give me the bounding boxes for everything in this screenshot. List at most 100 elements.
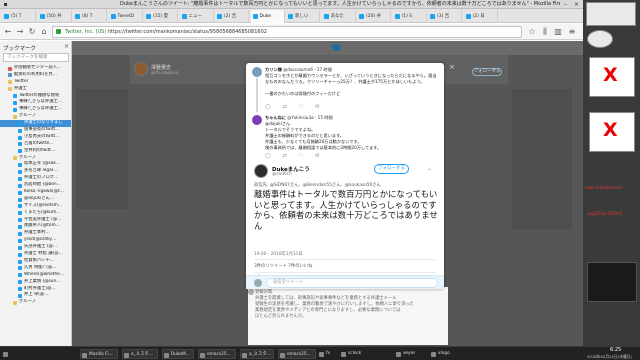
bookmark-item[interactable]: 弁上業慎 (@sun…: [0, 279, 71, 286]
reply-item[interactable]: ちゃんねに @Yukinsiu3a · 15 時間 @dojukiさん トータル…: [246, 113, 444, 161]
bookmark-item[interactable]: Where(@whothe…: [0, 272, 71, 279]
browser-tab[interactable]: TweetD: [109, 10, 143, 23]
terminal-window[interactable]: [587, 262, 637, 302]
bookmark-item[interactable]: 井上 卓(@…: [0, 292, 71, 299]
browser-tab[interactable]: (1) S: [393, 10, 427, 23]
bookmark-item[interactable]: 弁護士 村松 謙(@…: [0, 251, 71, 258]
browser-tab[interactable]: (8) T: [73, 10, 107, 23]
bookmark-item[interactable]: 能勢町の利用料を見…: [0, 72, 71, 79]
sidebar-close-icon[interactable]: ×: [64, 43, 69, 50]
back-icon[interactable]: ←: [3, 27, 13, 37]
sclock-window[interactable]: [586, 2, 636, 26]
taskbar-item[interactable]: DukeM...: [162, 349, 194, 359]
minimize-icon[interactable]: –: [562, 1, 569, 8]
bookmark-item[interactable]: グループ: [0, 113, 71, 120]
browser-tab[interactable]: (5) T: [2, 10, 36, 23]
bookmark-item[interactable]: サイズ(@rootsm…: [0, 203, 71, 210]
forward-icon[interactable]: →: [15, 27, 25, 37]
browser-tab[interactable]: (2) 日: [464, 10, 498, 23]
bookmark-item[interactable]: 坂本正幸 (@sak…: [0, 161, 71, 168]
bookmark-favicon-icon: [18, 197, 22, 202]
bookmark-item[interactable]: 町村弁護士(@…: [0, 286, 71, 293]
url-bar[interactable]: Twitter, Inc. (US) https://twitter.com/m…: [52, 26, 522, 38]
reply-input[interactable]: 返信をツイート: [266, 278, 438, 288]
browser-tab[interactable]: (50) 弁: [38, 10, 72, 23]
avatar[interactable]: [252, 115, 262, 125]
twitter-bird-icon[interactable]: [332, 44, 340, 51]
library-icon[interactable]: ⫼: [540, 27, 550, 37]
avatar[interactable]: [252, 67, 262, 77]
taskbar-item[interactable]: fx: [318, 349, 336, 359]
bookmark-item[interactable]: Keiko Tigawa(@t…: [0, 189, 71, 196]
bookmark-item[interactable]: 弁護士のブログ…: [0, 175, 71, 182]
bookmark-item[interactable]: グループ: [0, 155, 71, 162]
bookmark-item[interactable]: グループ: [0, 299, 71, 306]
bookmark-search-input[interactable]: ブックマークを検索: [3, 53, 69, 62]
bookmark-item[interactable]: Twitter: [0, 79, 71, 86]
bookmark-item[interactable]: 後藤県人(@tom…: [0, 223, 71, 230]
xlogo-window[interactable]: X: [589, 112, 635, 152]
tweet-author-handle[interactable]: @sad6cn: [272, 172, 292, 177]
taskbar-item[interactable]: sclock: [340, 349, 366, 359]
bookmark-item[interactable]: 事練?_さらば弁護士…: [0, 99, 71, 106]
bookmark-item[interactable]: 矢部弁護士 (@…: [0, 244, 71, 251]
browser-tab[interactable]: (3) 吉: [428, 10, 462, 23]
modal-close-icon[interactable]: ×: [449, 63, 455, 71]
reply-item[interactable]: カリン様 @doccolumn6 · 17 時間 相互コンモホとか離婚カウンセラ…: [246, 65, 444, 112]
xlogo-window[interactable]: X: [589, 57, 635, 97]
browser-tab[interactable]: (2) 吉: [215, 10, 249, 23]
tweet-date[interactable]: 19:00 - 2018年1月31日: [254, 251, 303, 257]
taskbar-item[interactable]: xeyes: [395, 349, 415, 359]
bookmark-item[interactable]: 外国籍者センター前入…: [0, 65, 71, 72]
bookmark-item[interactable]: 宇佐美弁護士 (@…: [0, 217, 71, 224]
bookmark-item[interactable]: yslid(@ssltky…: [0, 237, 71, 244]
xeyes-window[interactable]: [587, 30, 613, 48]
follow-button[interactable]: フォローする: [374, 164, 409, 174]
bookmark-star-icon[interactable]: ☆: [527, 27, 537, 37]
bookmark-item[interactable]: くまたろ(@kum…: [0, 210, 71, 217]
reply-actions[interactable]: ◯⇄♡✉: [265, 104, 331, 110]
close-window-icon[interactable]: ×: [573, 1, 580, 8]
bookmark-item[interactable]: 事練?_さらば弁護士…: [0, 106, 71, 113]
bookmark-item[interactable]: 弁護士のなりすまし: [0, 120, 71, 128]
reload-icon[interactable]: ↻: [27, 27, 37, 37]
home-icon[interactable]: ⌂: [39, 27, 49, 37]
browser-tab[interactable]: Duke: [250, 10, 285, 23]
bookmark-item[interactable]: 久男 明能? (@…: [0, 265, 71, 272]
bookmark-item[interactable]: @dojukiさん…: [0, 196, 71, 203]
menu-icon[interactable]: ≡: [567, 27, 577, 37]
bookmark-item[interactable]: 多名吉琢 legal…: [0, 168, 71, 175]
bookmark-item[interactable]: Twitterの雅樹な規制: [0, 93, 71, 100]
tab-favicon-icon: [146, 14, 151, 19]
start-menu-button[interactable]: [2, 349, 12, 359]
bookmark-item[interactable]: 金井利のtwitt…: [0, 148, 71, 155]
bookmark-item[interactable]: 弁護士: [0, 86, 71, 93]
browser-tab[interactable]: 新しい: [286, 10, 320, 23]
taskbar-item[interactable]: xlogo: [430, 349, 452, 359]
browser-tab[interactable]: (20) 弁: [357, 10, 391, 23]
bookmark-item[interactable]: 小島秀夫のtwitt…: [0, 134, 71, 141]
bookmark-label: 別居時給 (@ben…: [24, 182, 61, 188]
profile-avatar[interactable]: [134, 62, 148, 76]
browser-tab[interactable]: (15) 夏: [144, 10, 178, 23]
taskbar-item[interactable]: a_ミスタ...: [240, 349, 274, 359]
bookmark-item[interactable]: 別居時給 (@ben…: [0, 182, 71, 189]
taskbar-item[interactable]: a_ミスタ...: [122, 349, 158, 359]
browser-tab[interactable]: あなた: [322, 10, 356, 23]
sidebar-toggle-icon[interactable]: ▥: [553, 27, 563, 37]
reply-actions[interactable]: ◯⇄♡✉: [265, 153, 331, 159]
taskbar-item[interactable]: emacs25...: [278, 349, 316, 359]
tweet-stats[interactable]: 3件のリツイート 7件のいいね: [254, 263, 312, 269]
bookmark-item[interactable]: 国事部長のtwitt…: [0, 127, 71, 134]
taskbar-item[interactable]: emacs25...: [198, 349, 236, 359]
bookmark-item[interactable]: 弁護士本村…: [0, 230, 71, 237]
browser-tab[interactable]: ニュー: [180, 10, 214, 23]
chevron-down-icon[interactable]: ⌄: [427, 165, 432, 172]
profile-follow-button[interactable]: フォローする: [472, 68, 502, 76]
avatar[interactable]: [248, 289, 254, 295]
bookmark-item[interactable]: 吉富のtwitte…: [0, 141, 71, 148]
tweet-author-avatar[interactable]: [254, 164, 268, 178]
bookmark-item[interactable]: 佐賀製バシチ…: [0, 258, 71, 265]
taskbar-item[interactable]: Mozilla Fi...: [80, 349, 118, 359]
window-menu-icon[interactable]: ▪: [2, 1, 9, 8]
